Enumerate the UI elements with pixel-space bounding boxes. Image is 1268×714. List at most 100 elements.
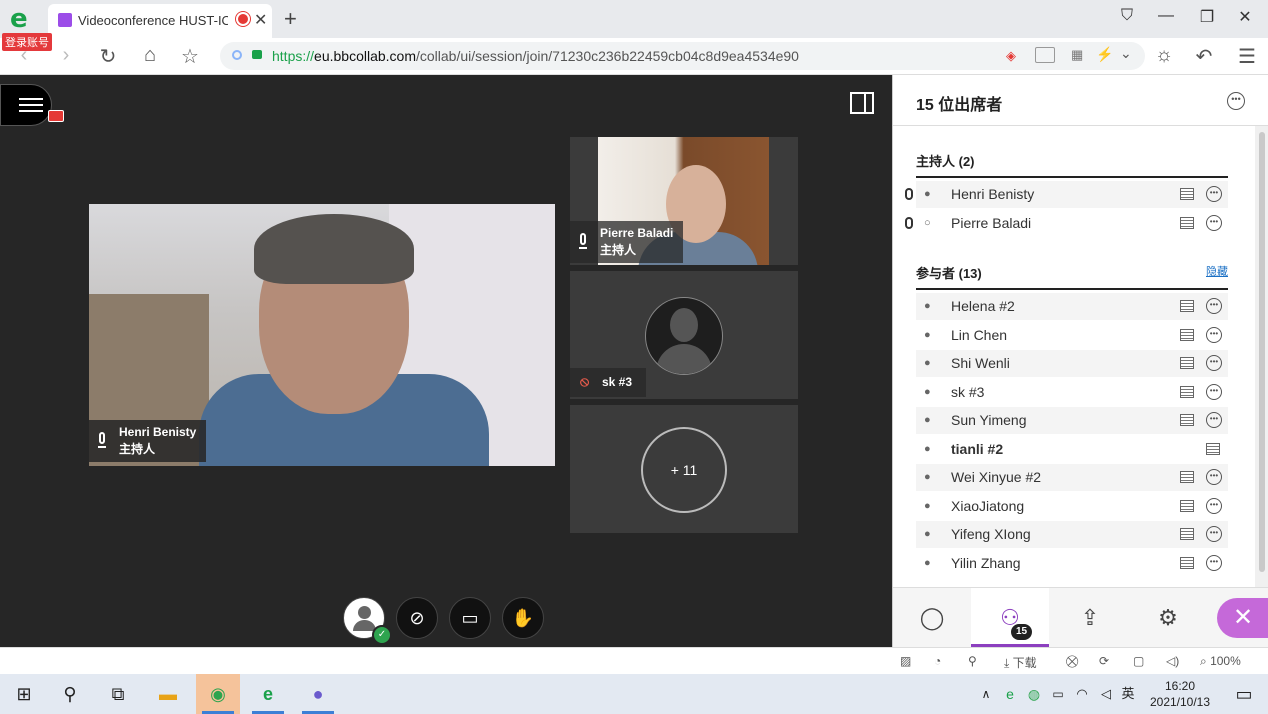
list-icon[interactable] (1180, 329, 1194, 341)
screenshot-icon[interactable]: ▨ (900, 654, 911, 668)
bookmark-star-icon[interactable]: ☆ (178, 44, 202, 69)
more-icon[interactable]: ••• (1206, 526, 1222, 542)
home-icon[interactable]: ⌂ (138, 44, 162, 67)
scrollbar[interactable] (1255, 126, 1268, 587)
video-tile-more[interactable]: + 11 (570, 405, 798, 533)
battery-icon[interactable]: ▭ (1048, 674, 1068, 714)
list-icon[interactable] (1180, 414, 1194, 426)
more-icon[interactable]: ••• (1206, 355, 1222, 371)
tray-browser-icon[interactable]: e (1000, 674, 1020, 714)
host-row[interactable]: ○ Pierre Baladi ••• (916, 210, 1228, 237)
minimize-button[interactable]: — (1151, 7, 1181, 25)
reload-icon[interactable]: ↻ (96, 44, 120, 69)
wechat-icon[interactable]: ◉ (196, 674, 240, 714)
raise-hand-button[interactable]: ✋ (502, 597, 544, 639)
participant-row[interactable]: ● Lin Chen ••• (916, 322, 1228, 349)
list-icon[interactable] (1180, 471, 1194, 483)
session-menu-button[interactable] (0, 84, 52, 126)
new-tab-button[interactable]: + (284, 6, 297, 32)
extensions-icon[interactable]: ⛒ (1066, 654, 1078, 669)
host-row[interactable]: ● Henri Benisty ••• (916, 181, 1228, 208)
list-icon[interactable] (1180, 357, 1194, 369)
ime-indicator[interactable]: 英 (1118, 674, 1138, 714)
browser-taskbar-icon[interactable]: e (246, 674, 290, 714)
close-panel-button[interactable]: ✕ (1217, 598, 1268, 638)
scrollbar-thumb[interactable] (1259, 132, 1265, 572)
participant-row[interactable]: ● Yilin Zhang ••• (916, 550, 1228, 577)
microphone-toggle-button[interactable]: ⊘ (396, 597, 438, 639)
list-icon[interactable] (1180, 386, 1194, 398)
more-icon[interactable]: ••• (1206, 384, 1222, 400)
app-drop-icon[interactable]: ● (296, 674, 340, 714)
more-icon[interactable]: ••• (1206, 412, 1222, 428)
panel-options-icon[interactable]: ••• (1227, 92, 1245, 110)
browser-logo-icon[interactable]: e (10, 6, 38, 32)
speaker-icon[interactable]: ◁ (1096, 674, 1116, 714)
more-participants-counter[interactable]: + 11 (641, 427, 727, 513)
task-view-icon[interactable]: ⧉ (96, 674, 140, 714)
hide-link[interactable]: 隐藏 (1206, 263, 1228, 279)
restore-button[interactable]: ❐ (1192, 7, 1222, 27)
layout-toggle-icon[interactable] (850, 92, 874, 114)
browser-tab[interactable]: Videoconference HUST-IO ✕ (48, 4, 272, 38)
tray-app-icon[interactable]: ◍ (1024, 674, 1044, 714)
download-button[interactable]: ⤓ 下载 (1004, 654, 1037, 671)
participant-row[interactable]: ● sk #3 ••• (916, 379, 1228, 406)
zoom-control[interactable]: ⌕ 100% (1200, 654, 1241, 669)
address-bar[interactable]: https://eu.bbcollab.com/collab/ui/sessio… (220, 42, 1145, 70)
more-icon[interactable]: ••• (1206, 327, 1222, 343)
media-icon[interactable] (1035, 47, 1055, 63)
list-icon[interactable] (1206, 443, 1220, 455)
sync-icon[interactable]: ⟳ (1099, 654, 1109, 668)
participant-row[interactable]: ● Shi Wenli ••• (916, 350, 1228, 377)
search-icon[interactable]: ⚲ (48, 674, 92, 714)
brightness-icon[interactable]: ☼ (1152, 44, 1176, 67)
more-icon[interactable]: ••• (1206, 555, 1222, 571)
clock[interactable]: 16:20 2021/10/13 (1140, 678, 1220, 710)
video-tile-pierre[interactable]: Pierre Baladi 主持人 (570, 137, 798, 265)
lightning-icon[interactable]: ⚡ (1096, 46, 1113, 63)
menu-icon[interactable]: ☰ (1235, 44, 1259, 69)
participant-row[interactable]: ● XiaoJiatong ••• (916, 493, 1228, 520)
windows-start-icon[interactable]: ⊞ (2, 674, 46, 714)
more-icon[interactable]: ••• (1206, 215, 1222, 231)
list-icon[interactable] (1180, 557, 1194, 569)
more-icon[interactable]: ••• (1206, 186, 1222, 202)
undo-icon[interactable]: ↶ (1192, 44, 1216, 69)
more-icon[interactable]: ••• (1206, 498, 1222, 514)
forward-icon[interactable]: › (54, 44, 78, 67)
volume-icon[interactable]: ◁) (1166, 654, 1179, 668)
more-icon[interactable]: ••• (1206, 298, 1222, 314)
login-account-badge[interactable]: 登录账号 (2, 33, 52, 51)
wifi-icon[interactable]: ◠ (1072, 674, 1092, 714)
status-button[interactable]: ✓ (343, 597, 392, 645)
settings-tab[interactable]: ⚙ (1129, 588, 1207, 648)
chat-tab[interactable]: ◯ (893, 588, 971, 648)
list-icon[interactable] (1180, 188, 1194, 200)
notifications-icon[interactable]: ▭ (1222, 674, 1266, 714)
main-speaker-video[interactable]: Henri Benisty 主持人 (89, 204, 555, 466)
window-icon[interactable]: ▢ (1133, 654, 1144, 668)
close-window-button[interactable]: ✕ (1230, 7, 1260, 27)
attendees-tab[interactable]: ⚇ 15 (971, 588, 1049, 648)
speed-icon[interactable]: ◔ (934, 654, 941, 668)
more-icon[interactable]: ••• (1206, 469, 1222, 485)
rocket-icon[interactable]: ⚲ (968, 654, 977, 668)
file-explorer-icon[interactable]: ▬ (146, 674, 190, 714)
list-icon[interactable] (1180, 300, 1194, 312)
grid-icon[interactable]: ▦ (1071, 47, 1083, 63)
skin-icon[interactable]: ⛉ (1112, 7, 1142, 25)
chevron-down-icon[interactable]: ⌄ (1120, 45, 1132, 62)
participant-row[interactable]: ● tianli #2 (916, 436, 1228, 463)
camera-toggle-button[interactable]: ▭ (449, 597, 491, 639)
privacy-icon[interactable]: ◈ (1006, 48, 1016, 64)
list-icon[interactable] (1180, 528, 1194, 540)
list-icon[interactable] (1180, 217, 1194, 229)
list-icon[interactable] (1180, 500, 1194, 512)
participant-row[interactable]: ● Yifeng XIong ••• (916, 521, 1228, 548)
url-text[interactable]: https://eu.bbcollab.com/collab/ui/sessio… (272, 48, 799, 64)
participant-row[interactable]: ● Wei Xinyue #2 ••• (916, 464, 1228, 491)
tab-close-button[interactable]: ✕ (254, 10, 267, 30)
share-content-tab[interactable]: ⇪ (1051, 588, 1129, 648)
participant-row[interactable]: ● Helena #2 ••• (916, 293, 1228, 320)
